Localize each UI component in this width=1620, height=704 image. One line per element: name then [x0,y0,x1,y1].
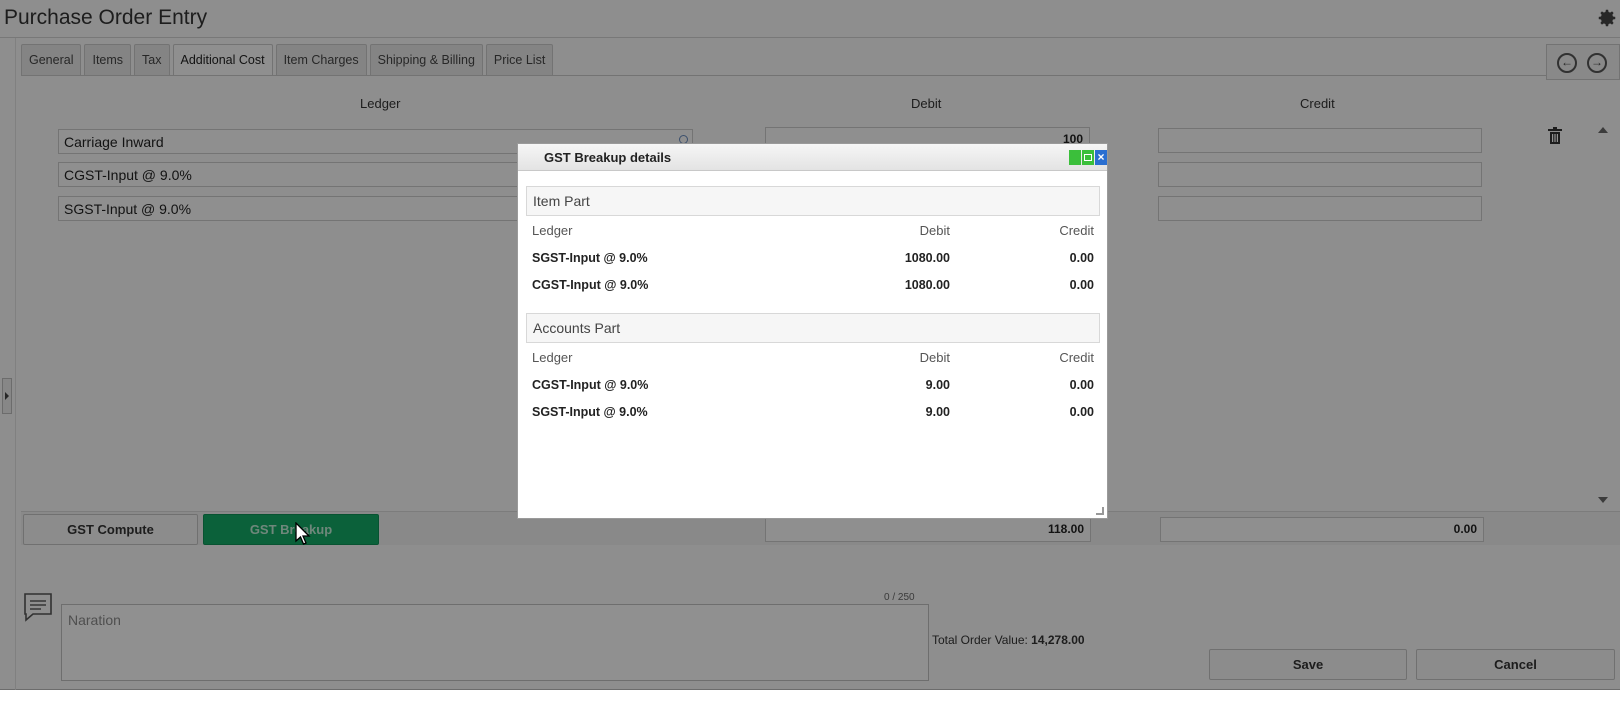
row-debit: 9.00 [925,378,950,392]
dialog-title: GST Breakup details [544,150,672,165]
dialog-header: GST Breakup details × [518,144,1107,171]
row-credit: 0.00 [1069,251,1094,265]
accounts-part-header-ledger: Ledger [532,350,573,365]
item-part-header-row: Ledger Debit Credit [532,223,1094,243]
gst-breakup-dialog: GST Breakup details × Item Part Ledger D… [517,143,1108,519]
accounts-part-header-debit: Debit [919,350,950,365]
item-part-header-ledger: Ledger [532,223,573,238]
accounts-part-section-title: Accounts Part [526,313,1100,343]
table-row: CGST-Input @ 9.0% 1080.00 0.00 [532,278,1094,298]
item-part-header-credit: Credit [1059,223,1094,238]
row-ledger: SGST-Input @ 9.0% [532,405,648,419]
window-controls: × [1069,150,1107,165]
close-icon[interactable]: × [1095,150,1107,165]
minimize-icon[interactable] [1069,150,1081,165]
row-credit: 0.00 [1069,278,1094,292]
row-debit: 9.00 [925,405,950,419]
accounts-part-header-row: Ledger Debit Credit [532,350,1094,370]
maximize-icon[interactable] [1082,150,1094,165]
row-credit: 0.00 [1069,378,1094,392]
resize-handle[interactable] [1096,507,1104,515]
item-part-header-debit: Debit [919,223,950,238]
row-ledger: CGST-Input @ 9.0% [532,278,649,292]
row-debit: 1080.00 [904,251,950,265]
table-row: CGST-Input @ 9.0% 9.00 0.00 [532,378,1094,398]
row-ledger: SGST-Input @ 9.0% [532,251,648,265]
table-row: SGST-Input @ 9.0% 9.00 0.00 [532,405,1094,425]
cursor-icon [295,522,311,545]
accounts-part-header-credit: Credit [1059,350,1094,365]
table-row: SGST-Input @ 9.0% 1080.00 0.00 [532,251,1094,271]
row-debit: 1080.00 [904,278,950,292]
row-ledger: CGST-Input @ 9.0% [532,378,649,392]
row-credit: 0.00 [1069,405,1094,419]
item-part-section-title: Item Part [526,186,1100,216]
